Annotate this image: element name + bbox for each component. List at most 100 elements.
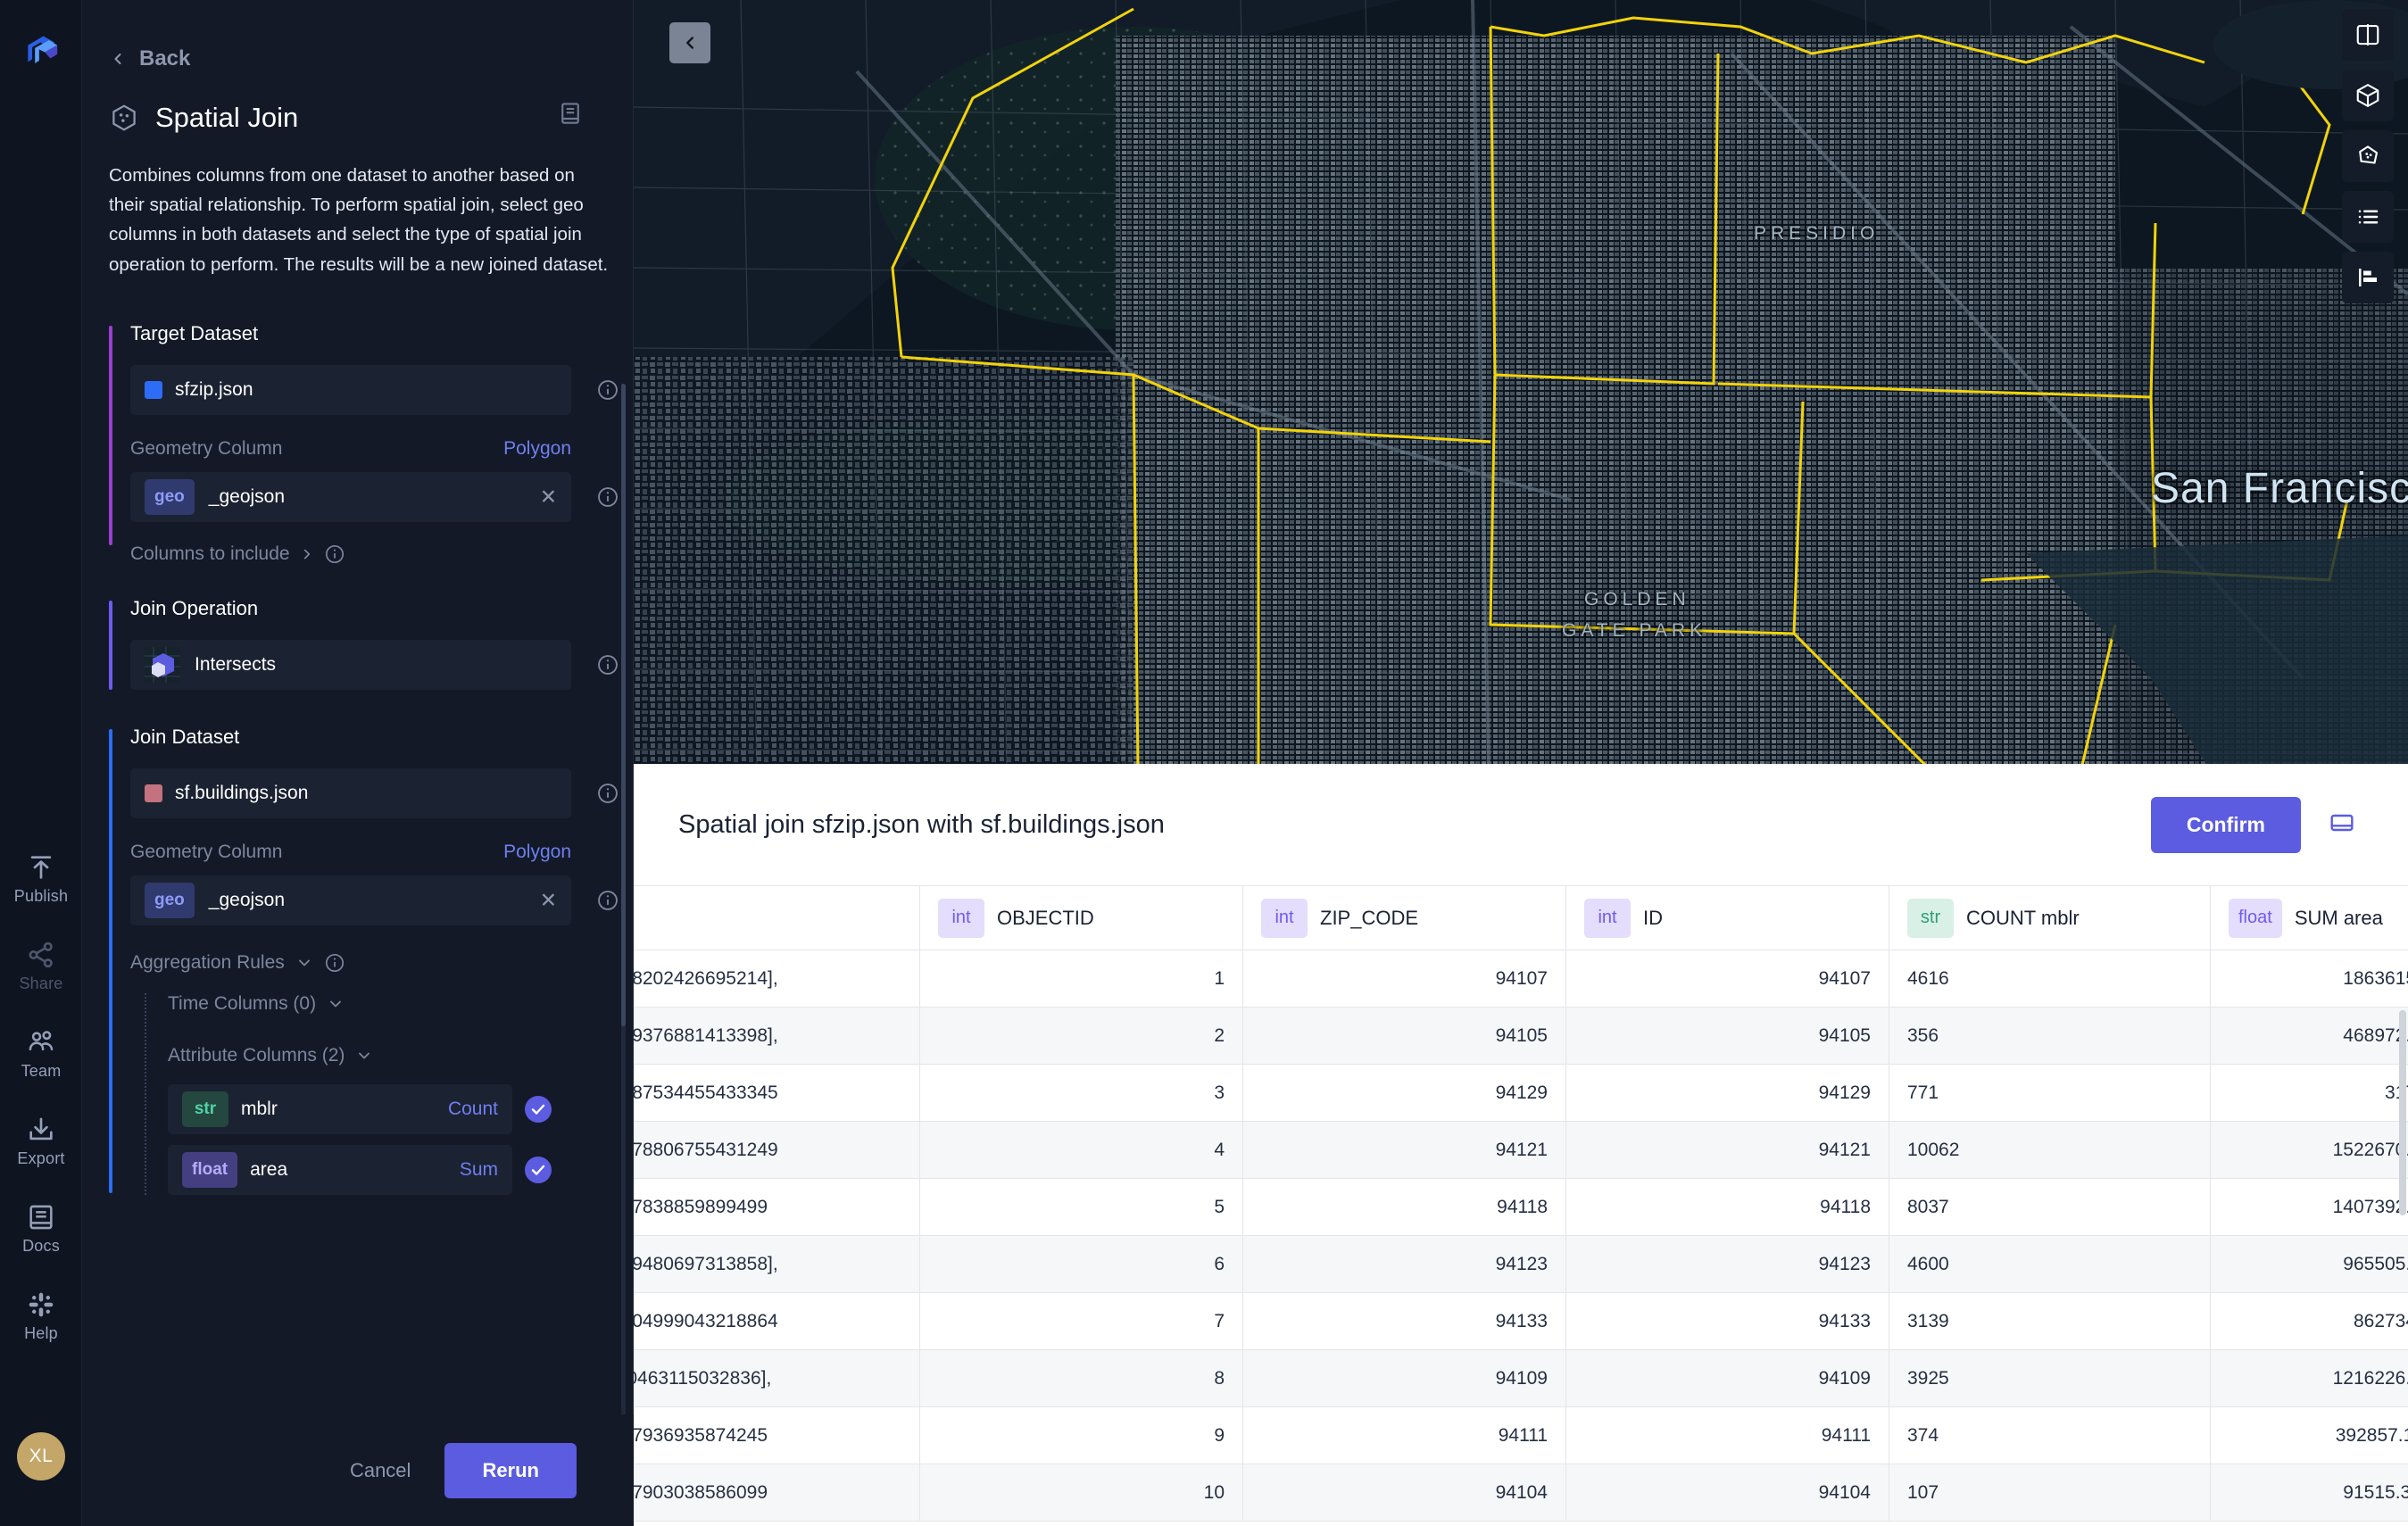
table-row[interactable]: 37.7880675543124949412194121100621522670… (634, 1121, 2408, 1179)
rail-item-publish[interactable]: Publish (0, 852, 82, 906)
map-panel-collapse-button[interactable] (669, 22, 710, 63)
rail-label-team: Team (21, 1062, 62, 1080)
panel-split-button[interactable] (2328, 809, 2356, 842)
attribute-checkbox[interactable] (525, 1156, 552, 1183)
table-row[interactable]: 7.778388598994995941189411880371407392.7… (634, 1178, 2408, 1236)
left-rail: Publish Share Team Export Docs Help XL (0, 0, 82, 1526)
table-cell-count_mblr: 3139 (1889, 1292, 2211, 1350)
table-cell-geojson: 7.78202426695214], (634, 950, 920, 1008)
attribute-columns-label: Attribute Columns (2) (168, 1044, 345, 1066)
time-columns-toggle[interactable]: Time Columns (0) (168, 993, 633, 1015)
join-dataset-value: sf.buildings.json (175, 782, 309, 803)
spatial-join-panel: Back Spatial Join Combines columns from … (82, 0, 634, 1526)
rail-item-help[interactable]: Help (0, 1290, 82, 1343)
bar-chart-icon (2359, 269, 2377, 286)
rail-item-team[interactable]: Team (0, 1027, 82, 1081)
table-cell-geojson: 790463115032836], (634, 1349, 920, 1407)
join-geometry-select[interactable]: geo _geojson ✕ (130, 875, 571, 925)
clear-target-geometry-button[interactable]: ✕ (540, 485, 557, 509)
info-icon[interactable] (596, 782, 619, 805)
table-row[interactable]: 7.78753445543334539412994129771317608.32… (634, 1064, 2408, 1122)
table-row[interactable]: 37.790303858609910941049410410791515.336… (634, 1464, 2408, 1522)
aggregation-rules-toggle[interactable]: Aggregation Rules (130, 952, 633, 974)
bar-chart-button[interactable] (2342, 252, 2394, 303)
table-cell-objectid: 9 (919, 1406, 1243, 1464)
layer-list-button[interactable] (2342, 191, 2394, 243)
target-geometry-select[interactable]: geo _geojson ✕ (130, 471, 571, 522)
table-row[interactable]: 7.804999043218864794133941333139862734.7… (634, 1292, 2408, 1350)
user-avatar[interactable]: XL (17, 1432, 65, 1480)
polygon-select-button[interactable] (2342, 130, 2394, 182)
target-dataset-select[interactable]: sfzip.json (130, 364, 571, 415)
confirm-button[interactable]: Confirm (2150, 796, 2301, 853)
map-3d-button[interactable] (2342, 70, 2394, 121)
column-header-zip-code[interactable]: int ZIP_CODE (1242, 885, 1566, 950)
cancel-button[interactable]: Cancel (341, 1448, 419, 1493)
info-icon[interactable] (596, 485, 619, 509)
type-chip-float: float (182, 1151, 238, 1188)
columns-to-include-toggle[interactable]: Columns to include (130, 543, 633, 565)
table-cell-zip_code: 94129 (1242, 1064, 1566, 1122)
app-logo[interactable] (20, 31, 64, 76)
table-cell-sum_area: 392857.10111800034 (2210, 1406, 2408, 1464)
join-dataset-select[interactable]: sf.buildings.json (130, 767, 571, 818)
clear-join-geometry-button[interactable]: ✕ (540, 888, 557, 912)
column-header-count-mblr[interactable]: str COUNT mblr (1889, 885, 2211, 950)
attribute-columns-toggle[interactable]: Attribute Columns (2) (168, 1045, 633, 1066)
info-icon[interactable] (596, 378, 619, 402)
panel-docs-button[interactable] (557, 100, 584, 131)
back-button[interactable]: Back (82, 0, 633, 71)
aggregation-rules-block: Aggregation Rules Time Columns (0) Attri… (130, 952, 633, 1195)
type-chip-int: int (1584, 898, 1631, 938)
panel-scrollbar-thumb[interactable] (621, 384, 626, 1026)
column-header-sum-area[interactable]: float SUM area (2210, 885, 2408, 950)
column-header-objectid[interactable]: int OBJECTID (919, 885, 1243, 950)
table-cell-objectid: 3 (919, 1064, 1243, 1122)
column-header-geojson[interactable] (634, 885, 920, 950)
column-header-id[interactable]: int ID (1565, 885, 1889, 950)
attribute-mblr[interactable]: str mblr Count (168, 1083, 512, 1134)
table-row[interactable]: 790463115032836],8941099410939251216226.… (634, 1349, 2408, 1407)
table-cell-sum_area: 91515.33619900001 (2210, 1464, 2408, 1522)
rerun-button[interactable]: Rerun (444, 1442, 577, 1498)
type-chip-geo: geo (145, 478, 195, 515)
result-table-scrollbar[interactable] (2399, 1010, 2406, 1526)
info-icon[interactable] (596, 653, 619, 676)
split-view-button[interactable] (2342, 9, 2394, 61)
info-icon[interactable] (324, 543, 345, 565)
rail-item-docs[interactable]: Docs (0, 1202, 82, 1256)
result-table-scroll[interactable]: int OBJECTID int ZIP_CODE int ID str COU… (634, 885, 2408, 1526)
result-table-scrollbar-thumb[interactable] (2399, 1010, 2406, 1215)
table-row[interactable]: 37.793693587424599411194111374392857.101… (634, 1406, 2408, 1464)
chevron-left-icon (114, 54, 121, 64)
join-operation-select[interactable]: Intersects (130, 639, 571, 690)
table-row[interactable]: 7.79376881413398],29410594105356468972.2… (634, 1007, 2408, 1065)
table-cell-zip_code: 94123 (1242, 1235, 1566, 1293)
result-table: int OBJECTID int ZIP_CODE int ID str COU… (634, 885, 2408, 1522)
table-cell-zip_code: 94109 (1242, 1349, 1566, 1407)
table-cell-objectid: 4 (919, 1121, 1243, 1179)
info-icon[interactable] (324, 952, 345, 974)
type-chip-str: str (1907, 898, 1954, 938)
panel-split-icon (2330, 814, 2354, 831)
table-row[interactable]: 7.79480697313858],694123941234600965505.… (634, 1235, 2408, 1293)
join-operation-section: Join Operation Intersects (109, 597, 633, 690)
info-icon[interactable] (596, 889, 619, 912)
table-cell-id: 94107 (1565, 950, 1889, 1008)
panel-scrollbar[interactable] (621, 384, 626, 1414)
polygon-select-icon (2359, 145, 2379, 164)
table-row[interactable]: 7.78202426695214],1941079410746161863615… (634, 950, 2408, 1008)
rail-item-share[interactable]: Share (0, 940, 82, 993)
attribute-checkbox[interactable] (525, 1095, 552, 1123)
rail-label-docs: Docs (22, 1237, 60, 1255)
panel-footer: Cancel Rerun (82, 1414, 634, 1526)
target-geometry-label: Geometry Column (130, 437, 283, 459)
table-cell-sum_area: 468972.2926240001 (2210, 1007, 2408, 1065)
table-cell-id: 94111 (1565, 1406, 1889, 1464)
table-cell-objectid: 6 (919, 1235, 1243, 1293)
table-cell-geojson: 7.79376881413398], (634, 1007, 920, 1065)
join-operation-value: Intersects (195, 653, 277, 675)
chevron-down-icon (330, 1000, 342, 1008)
rail-item-export[interactable]: Export (0, 1115, 82, 1168)
attribute-area[interactable]: float area Sum (168, 1144, 512, 1195)
